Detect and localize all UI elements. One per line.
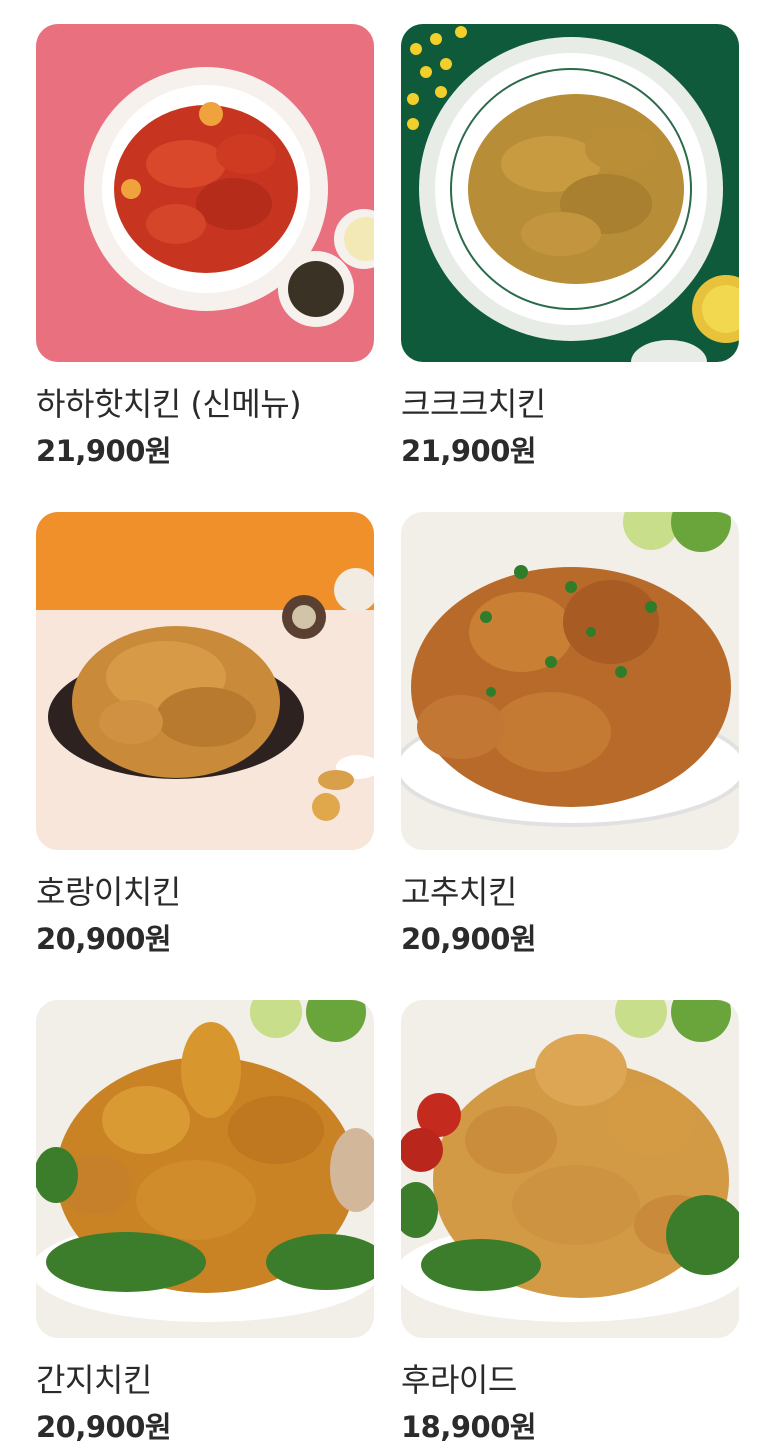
menu-item-image[interactable]	[401, 1000, 739, 1338]
menu-item-name: 간지치킨	[36, 1361, 152, 1399]
menu-item-price: 18,900원	[401, 1410, 537, 1444]
menu-item-name: 크크크치킨	[401, 385, 546, 423]
menu-item-name: 하하핫치킨 (신메뉴)	[36, 385, 302, 423]
menu-item-image[interactable]	[36, 1000, 374, 1338]
menu-item-image[interactable]	[401, 24, 739, 362]
garlic-crunch-chicken-image	[36, 512, 374, 850]
menu-item-price: 20,900원	[401, 922, 537, 956]
menu-item-card[interactable]: 호랑이치킨 20,900원	[36, 512, 374, 956]
glazed-chicken-image	[36, 1000, 374, 1338]
menu-item-image[interactable]	[401, 512, 739, 850]
menu-item-card[interactable]: 후라이드 18,900원	[401, 1000, 739, 1444]
menu-item-name: 후라이드	[401, 1361, 517, 1399]
pepper-chicken-image	[401, 512, 739, 850]
menu-item-name: 고추치킨	[401, 873, 517, 911]
menu-item-name: 호랑이치킨	[36, 873, 181, 911]
menu-item-price: 20,900원	[36, 1410, 172, 1444]
seasoned-crispy-chicken-image	[401, 24, 739, 362]
menu-item-card[interactable]: 하하핫치킨 (신메뉴) 21,900원	[36, 24, 374, 468]
menu-item-card[interactable]: 고추치킨 20,900원	[401, 512, 739, 956]
menu-item-image[interactable]	[36, 512, 374, 850]
fried-chicken-image	[401, 1000, 739, 1338]
menu-item-image[interactable]	[36, 24, 374, 362]
menu-item-price: 21,900원	[36, 434, 172, 468]
menu-item-card[interactable]: 간지치킨 20,900원	[36, 1000, 374, 1444]
menu-item-price: 21,900원	[401, 434, 537, 468]
menu-item-card[interactable]: 크크크치킨 21,900원	[401, 24, 739, 468]
spicy-red-chicken-image	[36, 24, 374, 362]
menu-grid: 하하핫치킨 (신메뉴) 21,900원 크크크치킨 21,900원 호랑이치킨 …	[0, 0, 773, 1451]
menu-item-price: 20,900원	[36, 922, 172, 956]
